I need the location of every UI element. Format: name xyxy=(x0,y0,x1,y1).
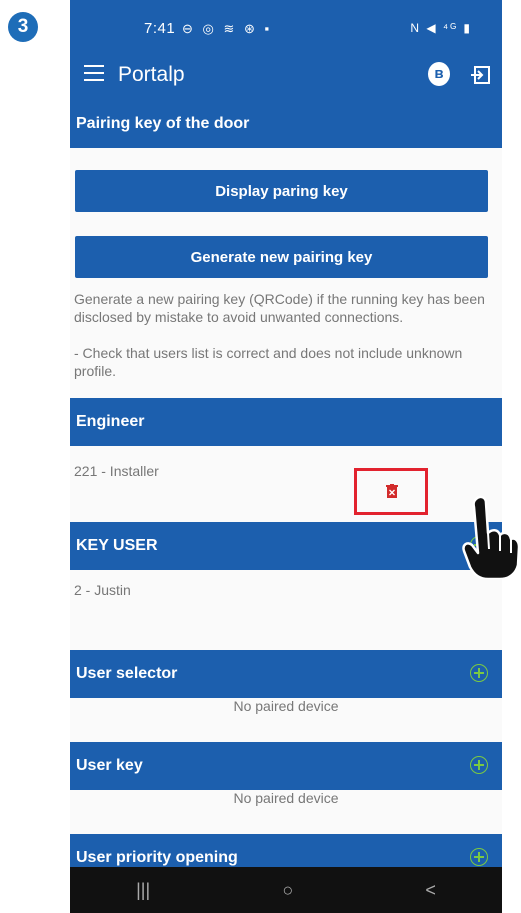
app-title: Portalp xyxy=(118,63,185,86)
engineer-header: Engineer xyxy=(70,398,502,446)
user-key-empty: No paired device xyxy=(233,790,339,806)
recents-button[interactable]: ||| xyxy=(136,880,150,901)
user-key-header-label: User key xyxy=(76,757,143,774)
home-button[interactable]: ○ xyxy=(282,880,293,901)
phone-screen: 7:41 ⊖ ◎ ≋ ⊛ ▪ N ◀ ⁴ᴳ ▮ Portalp ʙ Pairin… xyxy=(70,0,502,913)
status-system-icons: N ◀ ⁴ᴳ ▮ xyxy=(410,21,472,35)
status-notification-icons: ⊖ ◎ ≋ ⊛ ▪ xyxy=(182,21,273,36)
add-user-key-icon[interactable] xyxy=(470,756,488,774)
generate-pairing-key-button[interactable]: Generate new pairing key xyxy=(75,236,488,278)
user-selector-header: User selector xyxy=(70,650,502,698)
navigation-bar: ||| ○ < xyxy=(70,867,502,913)
engineer-user: 221 - Installer xyxy=(74,463,159,479)
engineer-header-label: Engineer xyxy=(76,413,145,430)
users-check-help-text: - Check that users list is correct and d… xyxy=(74,345,463,379)
bluetooth-icon[interactable]: ʙ xyxy=(428,62,450,86)
user-selector-header-label: User selector xyxy=(76,665,178,682)
status-bar: 7:41 ⊖ ◎ ≋ ⊛ ▪ N ◀ ⁴ᴳ ▮ xyxy=(70,0,502,50)
trash-icon[interactable] xyxy=(386,484,398,498)
user-priority-header-label: User priority opening xyxy=(76,849,238,866)
pointing-hand-icon xyxy=(462,495,520,579)
user-key-header: User key xyxy=(70,742,502,790)
pairing-header-label: Pairing key of the door xyxy=(76,115,250,132)
add-user-priority-icon[interactable] xyxy=(470,848,488,866)
pairing-help-text: Generate a new pairing key (QRCode) if t… xyxy=(74,291,485,325)
menu-icon[interactable] xyxy=(84,65,104,83)
key-user-header-label: KEY USER xyxy=(76,537,158,554)
key-user-row: 2 - Justin xyxy=(70,570,502,610)
key-user-header: KEY USER xyxy=(70,522,502,570)
user-selector-empty: No paired device xyxy=(233,698,339,714)
add-user-selector-icon[interactable] xyxy=(470,664,488,682)
step-number-badge: 3 xyxy=(8,12,38,42)
exit-icon[interactable] xyxy=(470,64,492,86)
engineer-row: 221 - Installer xyxy=(70,446,502,496)
pairing-header: Pairing key of the door xyxy=(70,100,502,148)
back-button[interactable]: < xyxy=(425,880,436,901)
app-bar: Portalp ʙ xyxy=(70,50,502,100)
status-time: 7:41 xyxy=(144,20,176,37)
key-user-name: 2 - Justin xyxy=(74,582,131,598)
display-pairing-key-button[interactable]: Display paring key xyxy=(75,170,488,212)
